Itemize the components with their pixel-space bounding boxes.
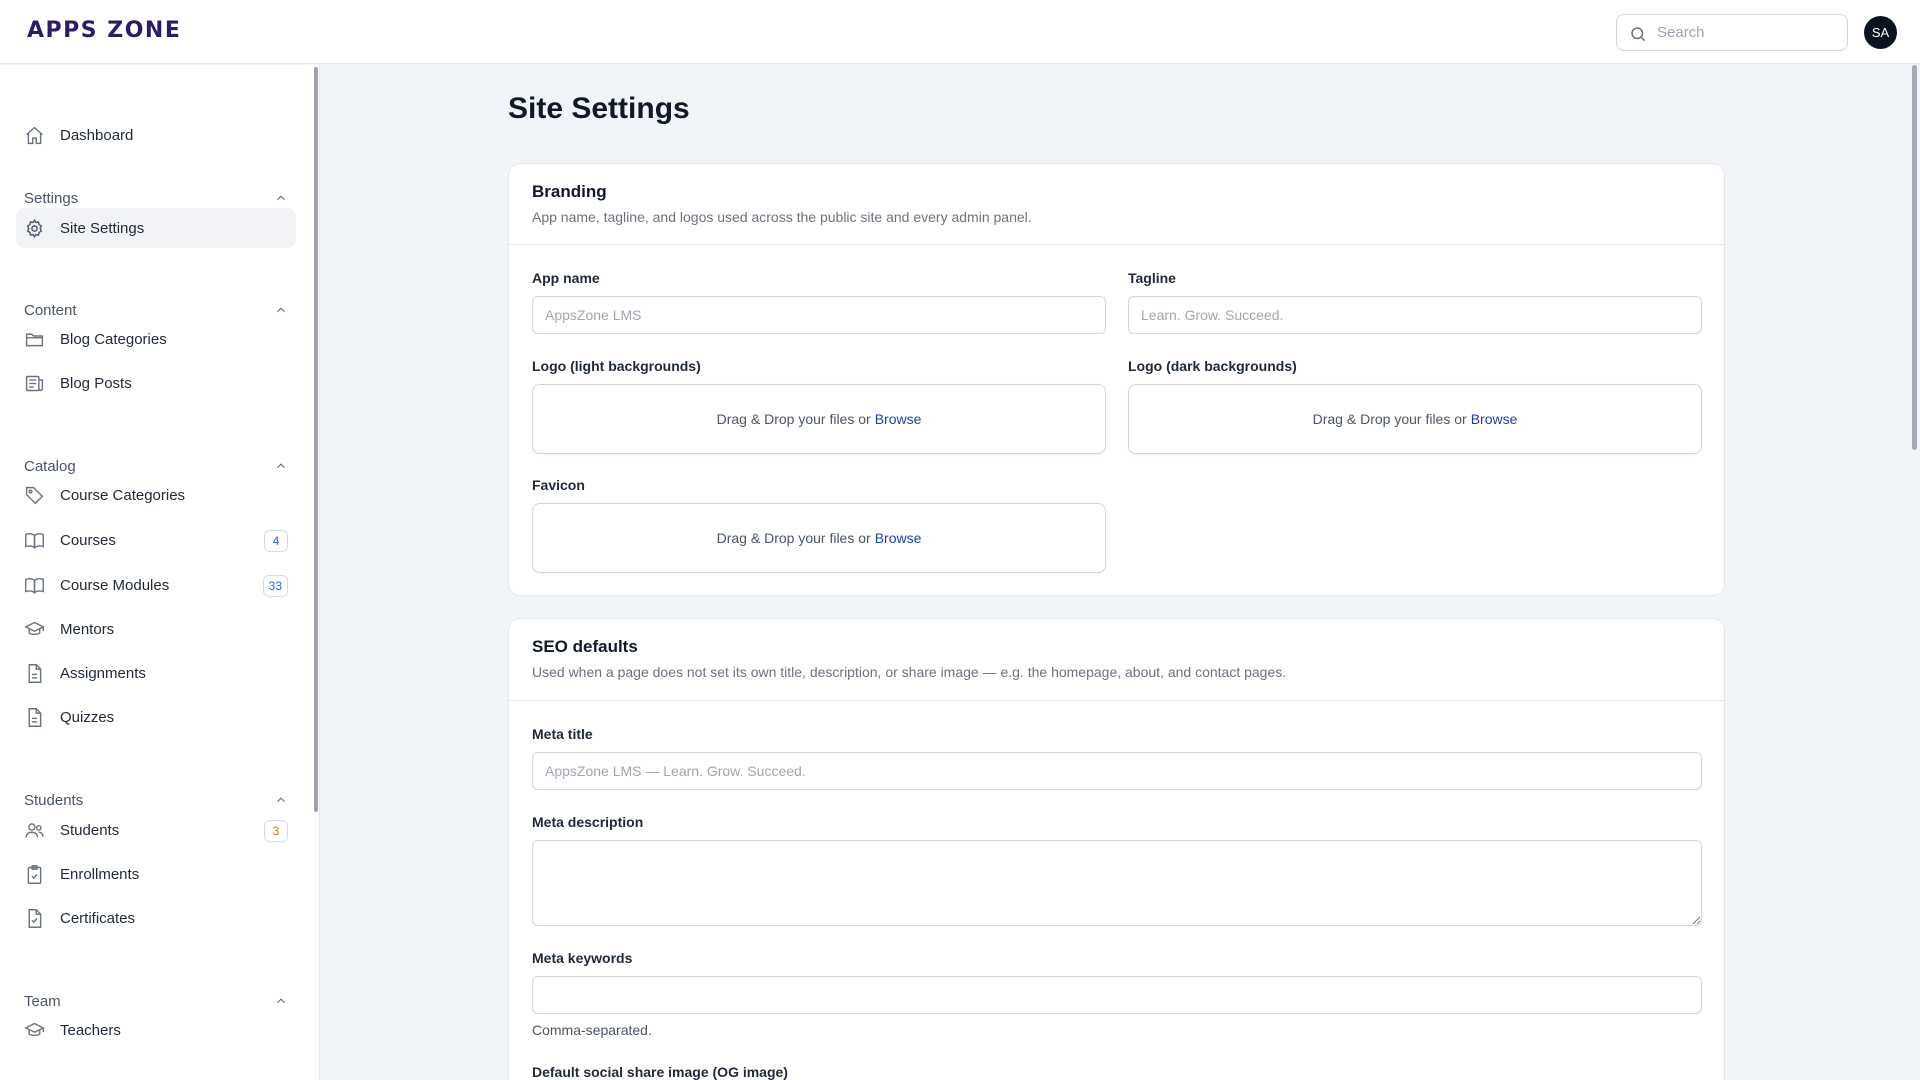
group-label: Catalog <box>24 457 76 475</box>
sidebar-item-teachers[interactable]: Teachers <box>16 1010 296 1050</box>
seo-card: SEO defaults Used when a page does not s… <box>508 618 1725 1080</box>
sidebar-item-course-categories[interactable]: Course Categories <box>16 475 296 515</box>
tagline-input[interactable] <box>1128 296 1702 334</box>
chevron-up-icon <box>277 797 285 803</box>
newspaper-icon <box>25 375 44 392</box>
sidebar-item-enrollments[interactable]: Enrollments <box>16 854 296 894</box>
browse-link[interactable]: Browse <box>875 530 922 546</box>
book-open-icon <box>25 533 44 549</box>
meta-title-input[interactable] <box>532 752 1702 790</box>
sidebar-item-label: Teachers <box>60 1021 121 1039</box>
document-icon <box>28 664 42 683</box>
sidebar-item-site-settings[interactable]: Site Settings <box>16 208 296 248</box>
main-scrollbar[interactable] <box>1912 65 1917 450</box>
logo-light-dropzone[interactable]: Drag & Drop your files or Browse <box>532 384 1106 454</box>
group-label: Team <box>24 992 61 1010</box>
logo-dark-label: Logo (dark backgrounds) <box>1128 358 1297 374</box>
students-count-badge: 3 <box>264 820 288 842</box>
group-label: Students <box>24 791 84 809</box>
tagline-label: Tagline <box>1128 270 1176 286</box>
sidebar-item-label: Dashboard <box>60 126 134 144</box>
meta-description-textarea[interactable] <box>532 840 1702 926</box>
sidebar-item-label: Site Settings <box>60 219 145 237</box>
favicon-label: Favicon <box>532 477 585 493</box>
seo-card-header: SEO defaults Used when a page does not s… <box>509 619 1724 701</box>
group-label: Content <box>24 301 77 319</box>
meta-keywords-help: Comma-separated. <box>532 1022 652 1038</box>
clipboard-check-icon <box>27 865 42 884</box>
logo-dark-dropzone[interactable]: Drag & Drop your files or Browse <box>1128 384 1702 454</box>
sidebar-item-quizzes[interactable]: Quizzes <box>16 697 296 737</box>
logo-light-label: Logo (light backgrounds) <box>532 358 701 374</box>
sidebar-item-certificates[interactable]: Certificates <box>16 898 296 938</box>
gear-icon <box>26 218 43 239</box>
sidebar-item-label: Blog Posts <box>60 374 132 392</box>
sidebar-item-blog-categories[interactable]: Blog Categories <box>16 319 296 359</box>
graduation-cap-icon <box>24 621 45 636</box>
browse-link[interactable]: Browse <box>1471 411 1518 427</box>
branding-description: App name, tagline, and logos used across… <box>532 209 1032 225</box>
sidebar-item-label: Assignments <box>60 664 146 682</box>
sidebar-item-label: Students <box>60 821 120 839</box>
meta-keywords-input[interactable] <box>532 976 1702 1014</box>
sidebar-item-mentors[interactable]: Mentors <box>16 609 296 649</box>
sidebar-scrollbar[interactable] <box>314 67 318 812</box>
graduation-cap-icon <box>24 1022 45 1037</box>
sidebar-item-label: Course Categories <box>60 486 186 504</box>
chevron-up-icon <box>277 998 285 1004</box>
branding-title: Branding <box>532 182 607 201</box>
branding-card: Branding App name, tagline, and logos us… <box>508 163 1725 596</box>
search-input[interactable] <box>1657 15 1837 50</box>
sidebar-item-label: Mentors <box>60 620 115 638</box>
favicon-dropzone[interactable]: Drag & Drop your files or Browse <box>532 503 1106 573</box>
sidebar-item-label: Certificates <box>60 909 136 927</box>
sidebar: Dashboard Settings Site Settings Content… <box>0 65 320 1080</box>
sidebar-item-label: Course Modules <box>60 576 170 594</box>
top-bar: APPS ZONE SA <box>0 0 1920 64</box>
browse-link[interactable]: Browse <box>875 411 922 427</box>
search-box[interactable] <box>1616 14 1848 51</box>
chevron-up-icon <box>277 195 285 201</box>
og-image-label: Default social share image (OG image) <box>532 1064 788 1080</box>
sidebar-item-label: Courses <box>60 531 116 549</box>
app-name-label: App name <box>532 270 600 286</box>
sidebar-item-students[interactable]: Students 3 <box>16 810 296 850</box>
sidebar-item-label: Quizzes <box>60 708 115 726</box>
page-title: Site Settings <box>508 92 690 125</box>
meta-title-label: Meta title <box>532 726 593 742</box>
app-logo[interactable]: APPS ZONE <box>27 18 181 43</box>
group-label: Settings <box>24 189 79 207</box>
courses-count-badge: 4 <box>264 530 288 552</box>
chevron-up-icon <box>277 463 285 469</box>
book-open-icon <box>25 578 44 594</box>
sidebar-item-course-modules[interactable]: Course Modules 33 <box>16 565 296 605</box>
search-icon <box>1631 27 1646 42</box>
tag-icon <box>25 486 44 505</box>
users-icon <box>25 823 44 838</box>
sidebar-item-assignments[interactable]: Assignments <box>16 653 296 693</box>
document-icon <box>28 708 42 727</box>
sidebar-item-dashboard[interactable]: Dashboard <box>16 115 296 155</box>
dropzone-text: Drag & Drop your files or <box>1312 411 1467 427</box>
home-icon <box>26 126 43 145</box>
branding-card-header: Branding App name, tagline, and logos us… <box>509 164 1724 245</box>
document-check-icon <box>28 909 42 928</box>
sidebar-item-label: Blog Categories <box>60 330 167 348</box>
dropzone-text: Drag & Drop your files or <box>716 530 871 546</box>
course-modules-count-badge: 33 <box>262 575 288 597</box>
sidebar-item-courses[interactable]: Courses 4 <box>16 520 296 560</box>
app-name-input[interactable] <box>532 296 1106 334</box>
sidebar-item-label: Enrollments <box>60 865 140 883</box>
sidebar-item-blog-posts[interactable]: Blog Posts <box>16 363 296 403</box>
user-avatar[interactable]: SA <box>1864 16 1897 49</box>
seo-description: Used when a page does not set its own ti… <box>532 664 1287 680</box>
chevron-up-icon <box>277 307 285 313</box>
folder-icon <box>25 333 44 347</box>
meta-keywords-label: Meta keywords <box>532 950 633 966</box>
seo-title: SEO defaults <box>532 637 638 656</box>
meta-description-label: Meta description <box>532 814 644 830</box>
dropzone-text: Drag & Drop your files or <box>716 411 871 427</box>
